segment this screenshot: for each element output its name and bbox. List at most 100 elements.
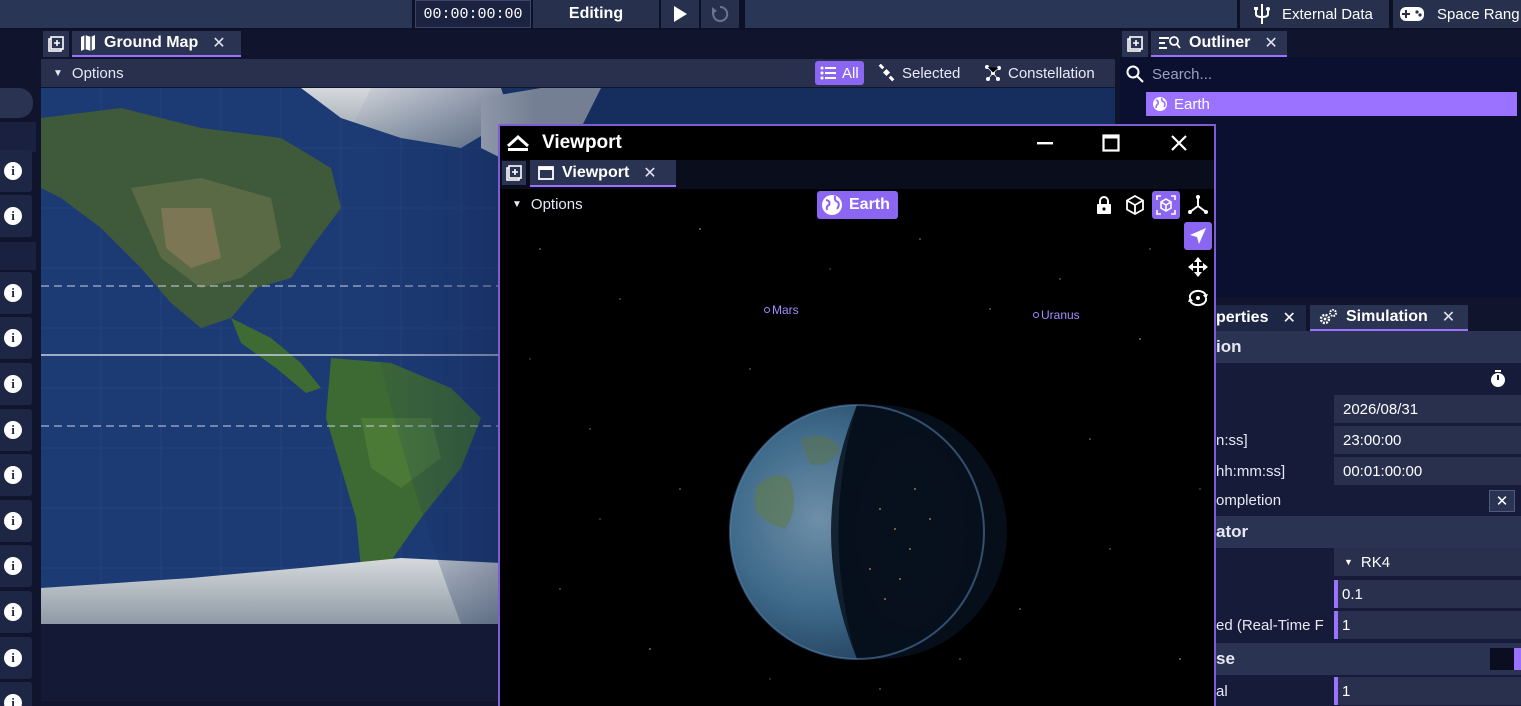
orbit-icon [1188,289,1208,307]
play-button[interactable] [661,0,699,28]
globe-icon [822,195,842,215]
filter-all-button[interactable]: All [815,61,864,85]
close-icon[interactable]: ✕ [212,33,225,53]
left-search-pill[interactable] [0,88,33,118]
left-panel-strip: i i i i i i i i i i i i [0,30,36,706]
filter-selected-label: Selected [902,64,961,82]
toggle-checkbox[interactable] [1490,648,1514,670]
maximize-button[interactable] [1102,134,1120,157]
field-label: n:ss] [1216,431,1248,449]
reset-button[interactable] [701,0,739,28]
list-item[interactable]: i [0,363,32,405]
gears-icon [1319,309,1337,325]
tab-properties[interactable]: perties ✕ [1216,305,1306,331]
tab-outliner[interactable]: Outliner ✕ [1151,31,1287,57]
start-date-input[interactable]: 2026/08/31 [1334,395,1521,423]
lock-button[interactable] [1090,191,1118,219]
viewport-options-label[interactable]: Options [531,196,583,213]
completion-clear-button[interactable]: ✕ [1489,490,1515,512]
window-icon [538,165,554,180]
speed-input[interactable]: 1 [1334,611,1521,639]
list-item[interactable]: i [0,682,32,706]
list-item[interactable]: i [0,545,32,587]
space-range-button[interactable]: Space Rang [1393,0,1521,28]
step-size-input[interactable]: 0.1 [1334,580,1521,608]
info-icon[interactable]: i [4,375,22,393]
field-label: hh:mm:ss] [1216,462,1286,480]
filter-constellation-button[interactable]: Constellation [979,61,1100,85]
window-close-button[interactable] [1170,134,1188,157]
info-icon[interactable]: i [4,694,22,706]
navigate-button[interactable] [1184,222,1212,250]
list-item[interactable]: i [0,150,32,192]
reset-icon [712,5,729,22]
axes-button[interactable] [1184,191,1212,219]
focus-cube-button[interactable] [1152,191,1180,219]
tab-ground-map[interactable]: Ground Map ✕ [72,31,241,57]
info-icon[interactable]: i [4,162,22,180]
info-icon[interactable]: i [4,649,22,667]
pan-button[interactable] [1184,253,1212,281]
minimize-button[interactable] [1036,134,1054,157]
list-item[interactable]: i [0,637,32,679]
ground-map-add-tab-button[interactable] [43,31,69,57]
section-header[interactable]: ator [1216,516,1521,548]
close-icon[interactable]: ✕ [1264,33,1277,53]
section-title: ion [1216,337,1242,356]
field-label: ompletion [1216,491,1282,509]
viewport-add-tab-button[interactable] [502,161,526,185]
filter-selected-button[interactable]: Selected [873,61,965,85]
filter-constellation-label: Constellation [1008,64,1095,82]
cube-button[interactable] [1121,191,1149,219]
info-icon[interactable]: i [4,466,22,484]
info-icon[interactable]: i [4,557,22,575]
close-icon[interactable]: ✕ [1442,307,1455,327]
section-header[interactable]: ion [1216,331,1521,363]
tab-simulation[interactable]: Simulation ✕ [1310,305,1468,331]
list-item[interactable]: i [0,591,32,633]
close-icon[interactable]: ✕ [643,163,656,183]
list-item[interactable]: i [0,195,32,237]
focus-body-label: Earth [849,196,890,213]
space-scene-image [500,189,1214,706]
chevron-down-icon[interactable]: ▼ [512,199,522,210]
list-item[interactable]: i [0,272,32,314]
integrator-select[interactable]: ▼ RK4 [1334,548,1521,576]
info-icon[interactable]: i [4,421,22,439]
start-time-input[interactable]: 23:00:00 [1334,426,1521,454]
interval-input[interactable]: 1 [1334,677,1521,705]
tab-viewport[interactable]: Viewport ✕ [530,160,676,187]
viewport-window[interactable]: Viewport Viewport ✕ ▼ Options Earth Mars… [498,124,1216,706]
ground-map-options-label[interactable]: Options [72,65,124,82]
info-icon[interactable]: i [4,603,22,621]
cube-icon [1126,195,1144,215]
section-header[interactable]: se [1216,643,1521,675]
list-item[interactable]: i [0,409,32,451]
planet-label-uranus[interactable]: Uranus [1033,308,1080,322]
viewport-3d-canvas[interactable] [500,189,1214,706]
add-tab-icon [506,165,522,181]
list-item[interactable]: i [0,500,32,542]
outliner-add-tab-button[interactable] [1122,31,1148,57]
duration-input[interactable]: 00:01:00:00 [1334,457,1521,485]
mode-editing-button[interactable]: Editing [533,0,659,28]
timecode-display[interactable]: 00:00:00:00 [415,0,531,28]
outliner-search-input[interactable]: Search... [1122,60,1521,88]
list-item[interactable]: i [0,317,32,359]
list-item[interactable]: i [0,454,32,496]
chevron-down-icon[interactable]: ▼ [53,68,63,79]
info-icon[interactable]: i [4,329,22,347]
orbit-button[interactable] [1184,284,1212,312]
info-icon[interactable]: i [4,284,22,302]
close-icon[interactable]: ✕ [1282,308,1295,328]
planet-label-mars[interactable]: Mars [764,303,799,317]
info-icon[interactable]: i [4,512,22,530]
info-icon[interactable]: i [4,207,22,225]
tab-outliner-label: Outliner [1189,34,1251,51]
focus-body-chip[interactable]: Earth [817,191,898,219]
ground-map-empty-area [41,624,499,701]
external-data-label: External Data [1282,5,1373,23]
timer-icon[interactable] [1490,370,1506,393]
external-data-button[interactable]: External Data [1240,0,1389,28]
outliner-item-earth[interactable]: Earth [1146,92,1517,116]
